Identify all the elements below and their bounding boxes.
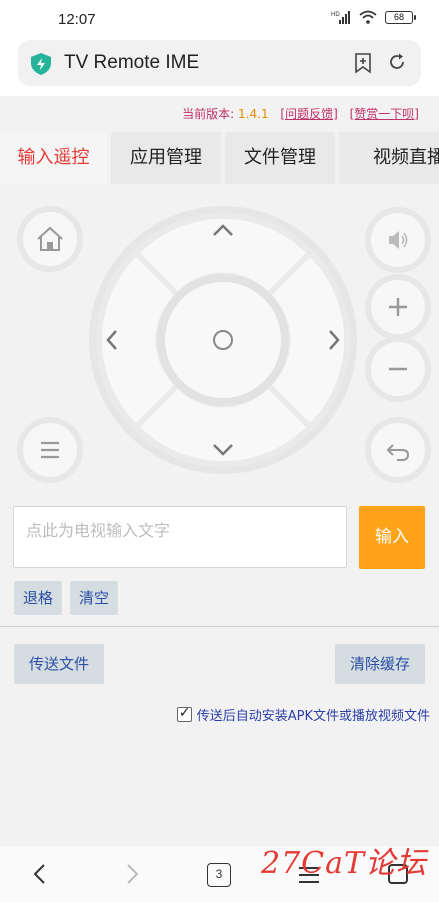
auto-install-checkbox[interactable] bbox=[176, 705, 192, 722]
address-bar[interactable]: TV Remote IME bbox=[18, 40, 421, 86]
tab-live-video[interactable]: 视频直播 bbox=[339, 132, 439, 184]
send-file-button[interactable]: 传送文件 bbox=[14, 644, 105, 684]
feedback-link[interactable]: [问题反馈] bbox=[280, 107, 337, 121]
browser-toolbar: TV Remote IME bbox=[0, 38, 439, 96]
tv-text-input[interactable] bbox=[14, 507, 346, 567]
home-icon bbox=[37, 226, 63, 251]
plus-icon bbox=[389, 298, 407, 316]
volume-mute-icon bbox=[389, 231, 408, 249]
page-title: TV Remote IME bbox=[64, 52, 200, 73]
back-button[interactable] bbox=[371, 423, 425, 477]
svg-text:HD: HD bbox=[331, 12, 340, 18]
version-info: 当前版本: 1.4.1 [问题反馈] [赞赏一下呗] bbox=[182, 105, 419, 122]
tv-text-input-box bbox=[13, 506, 347, 568]
tab-file-management[interactable]: 文件管理 bbox=[225, 132, 335, 184]
clear-button[interactable]: 清空 bbox=[70, 581, 119, 615]
menu-button[interactable] bbox=[23, 423, 77, 477]
dpad-ok-button[interactable] bbox=[165, 282, 281, 398]
bookmark-add-icon[interactable] bbox=[353, 52, 373, 74]
tab-bar: 输入遥控 应用管理 文件管理 视频直播 bbox=[0, 132, 439, 184]
clear-cache-button[interactable]: 清除缓存 bbox=[334, 644, 425, 684]
menu-icon bbox=[41, 441, 59, 459]
mute-button[interactable] bbox=[371, 213, 425, 267]
signal-icon: HD bbox=[331, 11, 350, 24]
auto-install-option[interactable]: 传送后自动安装APK文件或播放视频文件 bbox=[176, 705, 430, 724]
wifi-icon bbox=[359, 10, 377, 24]
volume-down-button[interactable] bbox=[371, 342, 425, 396]
section-divider bbox=[0, 626, 439, 627]
page-content: 当前版本: 1.4.1 [问题反馈] [赞赏一下呗] 输入遥控 应用管理 文件管… bbox=[0, 96, 439, 846]
version-number: 1.4.1 bbox=[238, 107, 269, 121]
status-icons: HD 68 bbox=[331, 10, 416, 24]
input-submit-button[interactable]: 输入 bbox=[359, 506, 425, 569]
shield-icon bbox=[31, 53, 51, 75]
backspace-button[interactable]: 退格 bbox=[14, 581, 63, 615]
tab-count-button[interactable]: 3 bbox=[207, 863, 231, 887]
back-icon bbox=[386, 444, 410, 461]
minus-icon bbox=[389, 367, 407, 371]
remote-control bbox=[0, 196, 439, 506]
donate-link[interactable]: [赞赏一下呗] bbox=[350, 107, 419, 121]
home-button[interactable] bbox=[23, 212, 77, 266]
battery-icon: 68 bbox=[385, 10, 416, 24]
nav-forward-icon[interactable] bbox=[122, 860, 142, 888]
tab-input-remote[interactable]: 输入遥控 bbox=[0, 132, 107, 184]
watermark: 27CaT论坛 bbox=[261, 846, 428, 881]
version-label: 当前版本: bbox=[182, 107, 235, 121]
volume-up-button[interactable] bbox=[371, 280, 425, 334]
status-bar: 12:07 HD 68 bbox=[0, 0, 439, 38]
tab-app-management[interactable]: 应用管理 bbox=[111, 132, 221, 184]
status-time: 12:07 bbox=[58, 11, 96, 28]
reload-icon[interactable] bbox=[387, 52, 407, 72]
dpad bbox=[96, 213, 350, 467]
nav-back-icon[interactable] bbox=[30, 860, 50, 888]
auto-install-label: 传送后自动安装APK文件或播放视频文件 bbox=[196, 709, 430, 724]
